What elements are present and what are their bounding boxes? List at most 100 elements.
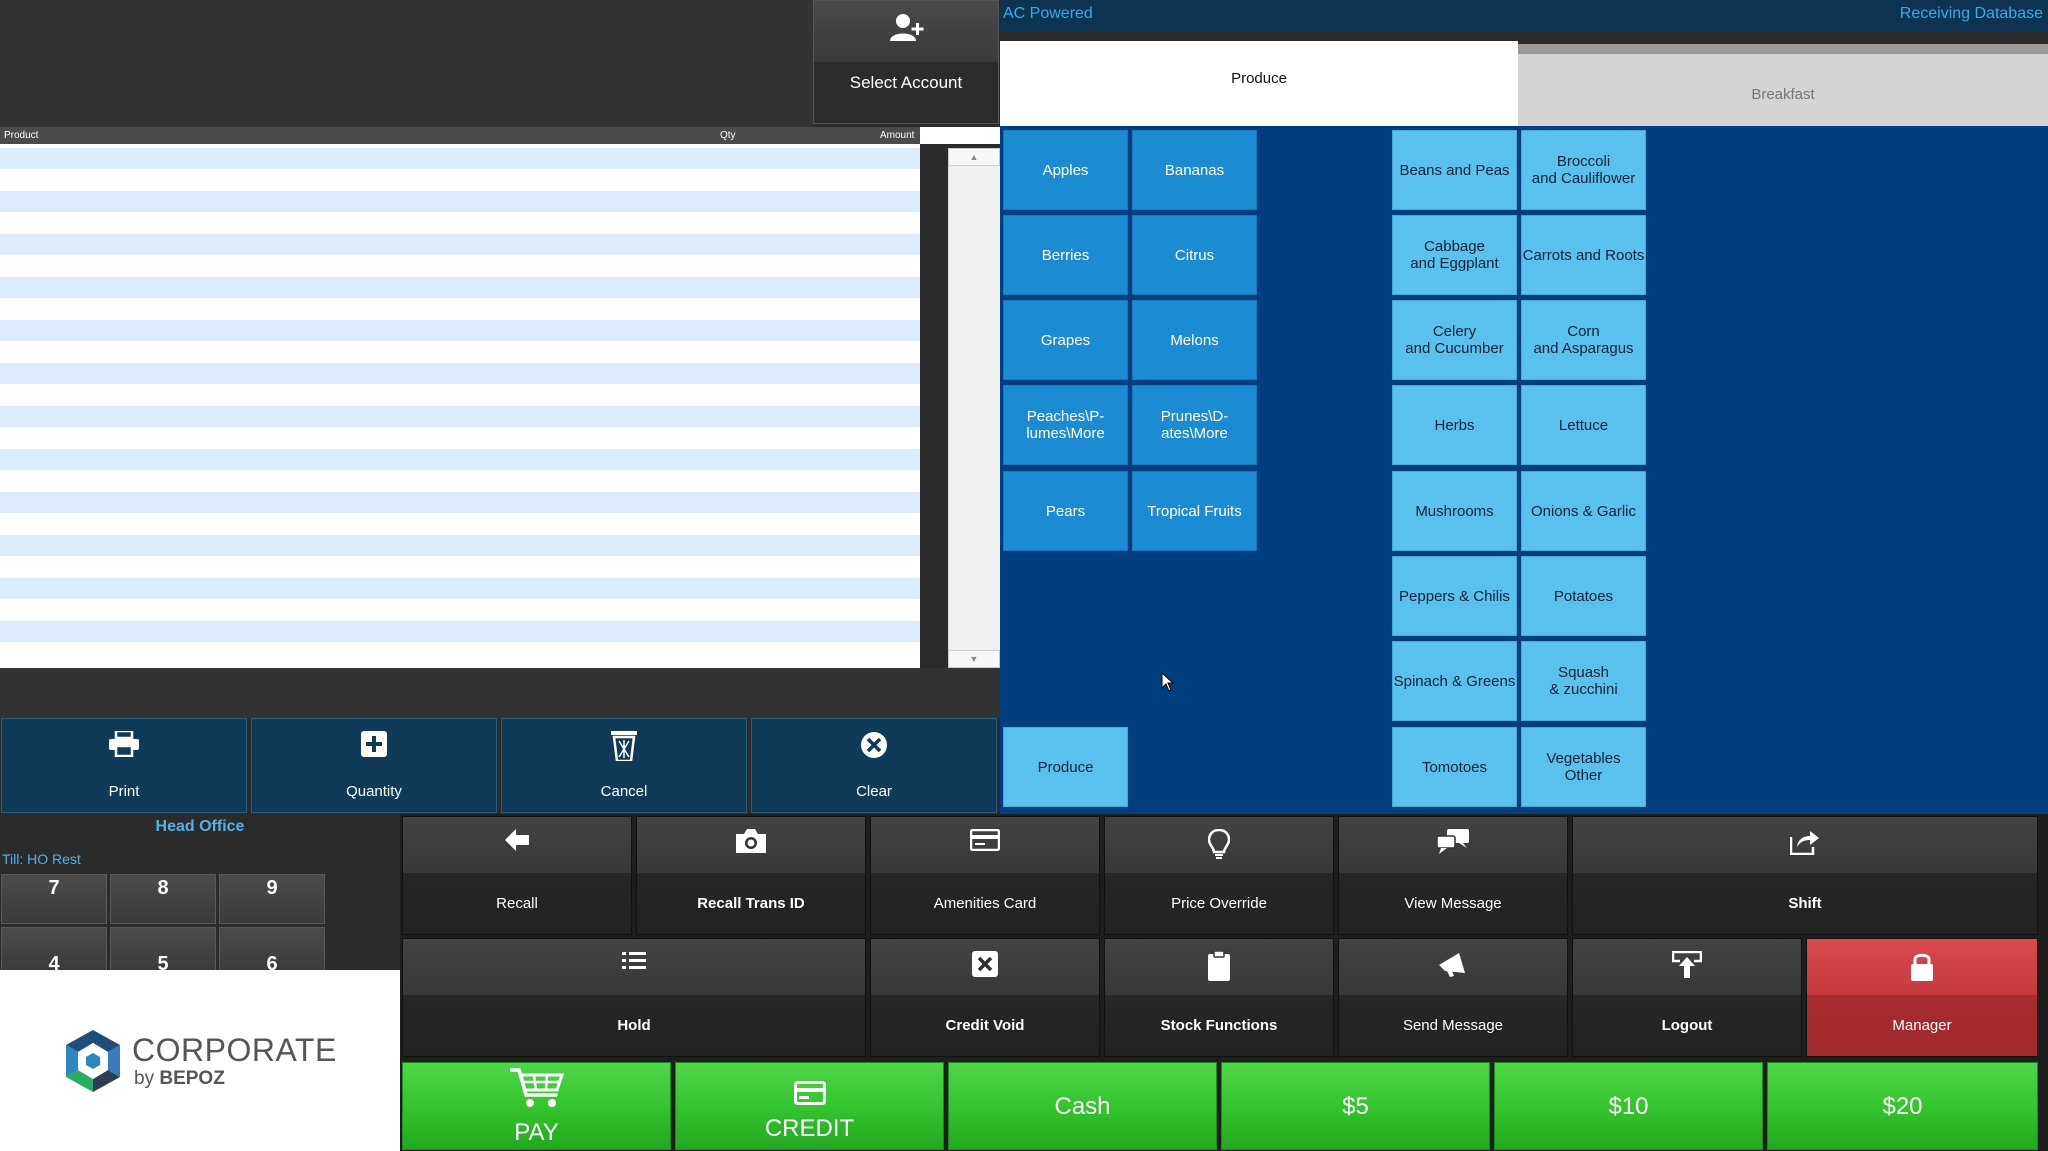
tab-produce[interactable]: Produce [1000,41,1518,126]
logo-byline: by BEPOZ [134,1068,225,1089]
bepoz-logo-icon [66,1030,120,1092]
product-pears[interactable]: Pears [1003,471,1128,551]
product-tropical-fruits[interactable]: Tropical Fruits [1132,471,1257,551]
clipboard-icon [1208,951,1230,981]
logout-label: Logout [1661,1017,1713,1034]
product-celery[interactable]: Celery and Cucumber [1392,300,1517,380]
recall-button[interactable]: Recall [402,816,632,935]
product-squash[interactable]: Squash & zucchini [1521,641,1646,721]
product-tomotoes[interactable]: Tomotoes [1392,727,1517,807]
ten-dollar-label: $10 [1608,1093,1649,1120]
cart-icon [509,1068,564,1107]
stock-functions-button[interactable]: Stock Functions [1104,938,1334,1057]
product-lettuce[interactable]: Lettuce [1521,385,1646,465]
column-qty: Qty [720,130,736,141]
x-square-icon [972,951,998,977]
key-6[interactable]: 6 [219,927,325,975]
logout-button[interactable]: Logout [1572,938,1802,1057]
product-apples[interactable]: Apples [1003,130,1128,210]
print-button[interactable]: Print [1,718,247,813]
product-peaches[interactable]: Peaches\P- lumes\More [1003,385,1128,465]
twenty-dollar-button[interactable]: $20 [1767,1062,2038,1150]
manager-label: Manager [1892,1017,1952,1034]
scroll-down-button[interactable]: ▼ [948,650,1000,668]
view-message-button[interactable]: View Message [1338,816,1568,935]
key-7[interactable]: 7 [1,874,107,924]
product-spinach-and-greens[interactable]: Spinach & Greens [1392,641,1517,721]
cash-button[interactable]: Cash [948,1062,1217,1150]
print-label: Print [108,783,140,800]
quantity-button[interactable]: Quantity [251,718,497,813]
product-onions-and-garlic[interactable]: Onions & Garlic [1521,471,1646,551]
amenities-card-button[interactable]: Amenities Card [870,816,1100,935]
shift-button[interactable]: Shift [1572,816,2038,935]
card-icon [970,829,1000,851]
credit-void-button[interactable]: Credit Void [870,938,1100,1057]
product-herbs[interactable]: Herbs [1392,385,1517,465]
chat-bubbles-icon [1437,829,1469,854]
receipt-scrollbar[interactable] [948,148,1000,668]
product-potatoes[interactable]: Potatoes [1521,556,1646,636]
product-beans-and-peas[interactable]: Beans and Peas [1392,130,1517,210]
receipt-list[interactable] [0,144,920,668]
twenty-dollar-label: $20 [1882,1093,1923,1120]
share-icon [1790,831,1819,855]
till-label: Till: HO Rest [2,851,81,867]
product-peppers-and-chilis[interactable]: Peppers & Chilis [1392,556,1517,636]
recall-trans-id-label: Recall Trans ID [697,895,805,912]
quantity-label: Quantity [346,783,402,800]
lock-icon [1911,953,1933,981]
hold-label: Hold [617,1017,651,1034]
lightbulb-icon [1208,829,1230,859]
key-4[interactable]: 4 [1,927,107,975]
manager-button[interactable]: Manager [1806,938,2038,1057]
key-8[interactable]: 8 [110,874,216,924]
database-status: Receiving Database [1899,5,2043,22]
hold-button[interactable]: Hold [402,938,866,1057]
product-bananas[interactable]: Bananas [1132,130,1257,210]
ten-dollar-button[interactable]: $10 [1494,1062,1763,1150]
product-vegetables-other[interactable]: Vegetables Other [1521,727,1646,807]
power-status: AC Powered [1003,5,1093,22]
recall-trans-id-button[interactable]: Recall Trans ID [636,816,866,935]
view-message-label: View Message [1404,895,1502,912]
pay-button[interactable]: PAY [402,1062,671,1150]
receipt-footer [0,668,1000,718]
pay-label: PAY [514,1119,559,1146]
printer-icon [109,731,139,757]
column-product: Product [4,130,39,141]
product-broccoli[interactable]: Broccoli and Cauliflower [1521,130,1646,210]
amenities-card-label: Amenities Card [933,895,1037,912]
group-produce[interactable]: Produce [1003,727,1128,807]
scroll-up-button[interactable]: ▲ [948,148,1000,166]
credit-void-label: Credit Void [945,1017,1025,1034]
customer-display-area [0,0,813,127]
product-grapes[interactable]: Grapes [1003,300,1128,380]
stock-functions-label: Stock Functions [1160,1017,1278,1034]
send-message-button[interactable]: Send Message [1338,938,1568,1057]
product-berries[interactable]: Berries [1003,215,1128,295]
product-citrus[interactable]: Citrus [1132,215,1257,295]
column-amount: Amount [880,130,915,141]
five-dollar-button[interactable]: $5 [1221,1062,1490,1150]
tab-breakfast[interactable]: Breakfast [1518,44,2048,126]
trash-icon [611,731,637,761]
credit-label: CREDIT [764,1115,855,1142]
price-override-button[interactable]: Price Override [1104,816,1334,935]
clear-button[interactable]: Clear [751,718,997,813]
product-cabbage[interactable]: Cabbage and Eggplant [1392,215,1517,295]
mouse-cursor-icon [1161,672,1175,692]
product-mushrooms[interactable]: Mushrooms [1392,471,1517,551]
select-account-label: Select Account [849,73,963,92]
select-account-button[interactable]: Select Account [813,0,999,124]
plus-square-icon [361,731,387,757]
megaphone-icon [1439,953,1465,977]
credit-button[interactable]: CREDIT [675,1062,944,1150]
key-5[interactable]: 5 [110,927,216,975]
product-prunes[interactable]: Prunes\D- ates\More [1132,385,1257,465]
key-9[interactable]: 9 [219,874,325,924]
cancel-button[interactable]: Cancel [501,718,747,813]
product-carrots-and-roots[interactable]: Carrots and Roots [1521,215,1646,295]
product-corn[interactable]: Corn and Asparagus [1521,300,1646,380]
product-melons[interactable]: Melons [1132,300,1257,380]
